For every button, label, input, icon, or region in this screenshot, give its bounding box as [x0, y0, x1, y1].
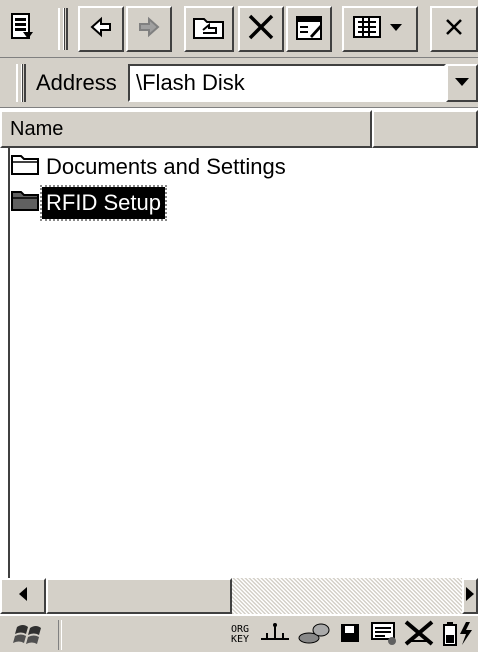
scroll-left-button[interactable] [0, 578, 46, 614]
back-button[interactable] [78, 6, 124, 52]
input-indicator-bottom: KEY [230, 634, 250, 645]
delete-icon [246, 12, 276, 47]
file-name: Documents and Settings [46, 154, 286, 179]
folder-icon [10, 187, 42, 219]
forward-icon [137, 15, 161, 44]
file-list: Documents and Settings RFID Setup [10, 148, 478, 578]
scrollbar-thumb[interactable] [46, 578, 232, 614]
usb-icon [259, 621, 291, 650]
storage-icon [338, 621, 362, 650]
keyboard-tray-icon[interactable] [368, 620, 400, 650]
delete-button[interactable] [238, 6, 284, 52]
scroll-right-button[interactable] [462, 578, 478, 614]
toolbar [0, 0, 478, 58]
column-header-size[interactable] [372, 110, 478, 148]
window-left-edge [0, 148, 10, 578]
address-dropdown-button[interactable] [446, 64, 478, 102]
horizontal-scrollbar[interactable] [0, 578, 478, 614]
storage-tray-icon[interactable] [336, 620, 364, 650]
chevron-down-icon [454, 74, 470, 92]
taskbar: ORG KEY [0, 614, 478, 652]
folder-icon [10, 151, 42, 183]
view-icon [9, 12, 35, 47]
list-item[interactable]: Documents and Settings [10, 150, 290, 184]
start-button[interactable] [6, 620, 54, 650]
close-button[interactable] [430, 6, 478, 52]
network-icon [297, 620, 331, 651]
arrow-left-icon [17, 586, 29, 607]
battery-tray-icon[interactable] [438, 620, 478, 650]
address-input[interactable]: \Flash Disk [128, 64, 446, 102]
views-menu-button[interactable] [342, 6, 418, 52]
keyboard-icon [369, 620, 399, 651]
list-item[interactable]: RFID Setup [10, 185, 167, 221]
column-header: Name [0, 110, 478, 148]
back-icon [89, 15, 113, 44]
view-button[interactable] [4, 6, 40, 52]
forward-button[interactable] [126, 6, 172, 52]
column-header-name-label: Name [10, 118, 64, 140]
wifi-off-icon [403, 619, 435, 652]
up-folder-icon [192, 13, 226, 46]
up-folder-button[interactable] [184, 6, 234, 52]
address-label: Address [36, 70, 117, 95]
file-name: RFID Setup [40, 185, 167, 221]
battery-icon [440, 619, 476, 652]
start-icon [13, 619, 47, 652]
close-icon [443, 16, 465, 43]
usb-tray-icon[interactable] [258, 620, 292, 650]
address-bar: Address \Flash Disk [0, 58, 478, 108]
column-header-name[interactable]: Name [0, 110, 372, 148]
address-grip[interactable] [16, 64, 26, 102]
properties-icon [294, 12, 324, 47]
wifi-tray-icon[interactable] [402, 619, 436, 652]
arrow-right-icon [465, 586, 475, 607]
views-menu-icon [350, 13, 410, 46]
input-indicator[interactable]: ORG KEY [226, 620, 254, 650]
toolbar-grip[interactable] [58, 8, 68, 50]
properties-button[interactable] [286, 6, 332, 52]
taskbar-separator [58, 620, 62, 650]
network-tray-icon[interactable] [296, 620, 332, 650]
